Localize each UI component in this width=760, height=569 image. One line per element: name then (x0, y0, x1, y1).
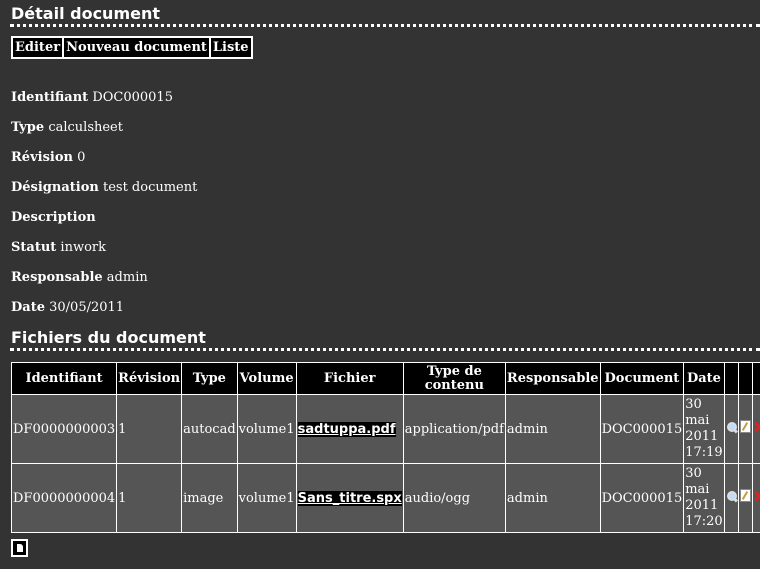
cell-action (751, 394, 760, 464)
field-value: test document (102, 180, 198, 195)
cell-revision: 1 (116, 463, 183, 533)
file-link[interactable]: Sans_titre.spx (297, 490, 402, 506)
cell-id: DF0000000004 (10, 463, 118, 533)
field-revision: Révision 0 (11, 149, 85, 167)
title-divider (10, 24, 760, 27)
cell-date: 30 mai 2011 17:19 (683, 394, 725, 464)
delete-icon[interactable] (754, 421, 760, 433)
files-section-title: Fichiers du document (11, 328, 206, 347)
field-label: Statut (11, 240, 57, 255)
edit-icon[interactable] (739, 489, 751, 502)
cell-document: DOC000015 (599, 463, 685, 533)
cell-id: DF0000000003 (10, 394, 118, 464)
cell-volume: volume1 (236, 394, 297, 464)
delete-icon[interactable] (754, 490, 760, 502)
cell-document: DOC000015 (599, 394, 685, 464)
document-icon (17, 544, 23, 552)
files-divider (10, 348, 760, 351)
files-table: Identifiant Révision Type Volume Fichier… (10, 362, 760, 533)
cell-action (723, 463, 739, 533)
field-type: Type calculsheet (11, 119, 123, 137)
cell-fichier: sadtuppa.pdf (295, 394, 404, 464)
cell-action (737, 394, 753, 464)
view-icon[interactable] (726, 490, 737, 502)
column-header: Date (683, 362, 725, 395)
cell-fichier: Sans_titre.spx (295, 463, 404, 533)
field-value: DOC000015 (92, 90, 173, 105)
cell-action (751, 463, 760, 533)
cell-type: autocad (181, 394, 238, 464)
table-header-row: Identifiant Révision Type Volume Fichier… (10, 362, 760, 395)
field-label: Responsable (11, 270, 103, 285)
cell-date: 30 mai 2011 17:20 (683, 463, 725, 533)
action-bar: Editer Nouveau document Liste (11, 36, 253, 59)
column-header: Responsable (504, 362, 601, 395)
field-label: Révision (11, 150, 73, 165)
cell-content-type: application/pdf (402, 394, 506, 464)
cell-action (723, 394, 739, 464)
field-date: Date 30/05/2011 (11, 299, 124, 317)
table-row: DF0000000003 1 autocad volume1 sadtuppa.… (10, 394, 760, 464)
field-description: Description (11, 209, 96, 227)
field-value: calculsheet (48, 120, 123, 135)
list-button[interactable]: Liste (208, 36, 253, 59)
field-statut: Statut inwork (11, 239, 106, 257)
column-header: Révision (116, 362, 183, 395)
field-value: inwork (60, 240, 106, 255)
field-value: 30/05/2011 (49, 300, 125, 315)
cell-volume: volume1 (236, 463, 297, 533)
column-header: Identifiant (10, 362, 118, 395)
column-header: Document (599, 362, 685, 395)
page-title: Détail document (11, 4, 160, 23)
edit-button[interactable]: Editer (11, 36, 65, 59)
file-link[interactable]: sadtuppa.pdf (297, 421, 396, 437)
column-header-empty (737, 362, 753, 395)
cell-responsable: admin (504, 463, 601, 533)
field-identifiant: Identifiant DOC000015 (11, 89, 173, 107)
cell-content-type: audio/ogg (402, 463, 506, 533)
new-document-button[interactable]: Nouveau document (62, 36, 211, 59)
field-label: Description (11, 210, 96, 225)
edit-icon[interactable] (739, 420, 751, 433)
column-header: Type de contenu (402, 362, 506, 395)
column-header-empty (723, 362, 739, 395)
column-header: Type (181, 362, 238, 395)
field-value: admin (106, 270, 148, 285)
column-header: Fichier (295, 362, 404, 395)
cell-responsable: admin (504, 394, 601, 464)
new-file-icon[interactable] (11, 539, 28, 557)
view-icon[interactable] (726, 421, 737, 433)
column-header-empty (751, 362, 760, 395)
column-header: Volume (236, 362, 297, 395)
field-label: Désignation (11, 180, 99, 195)
field-value: 0 (77, 150, 86, 165)
cell-type: image (181, 463, 238, 533)
cell-action (737, 463, 753, 533)
table-row: DF0000000004 1 image volume1 Sans_titre.… (10, 463, 760, 533)
field-label: Date (11, 300, 45, 315)
field-label: Identifiant (11, 90, 89, 105)
cell-revision: 1 (116, 394, 183, 464)
field-label: Type (11, 120, 45, 135)
field-designation: Désignation test document (11, 179, 197, 197)
field-responsable: Responsable admin (11, 269, 148, 287)
